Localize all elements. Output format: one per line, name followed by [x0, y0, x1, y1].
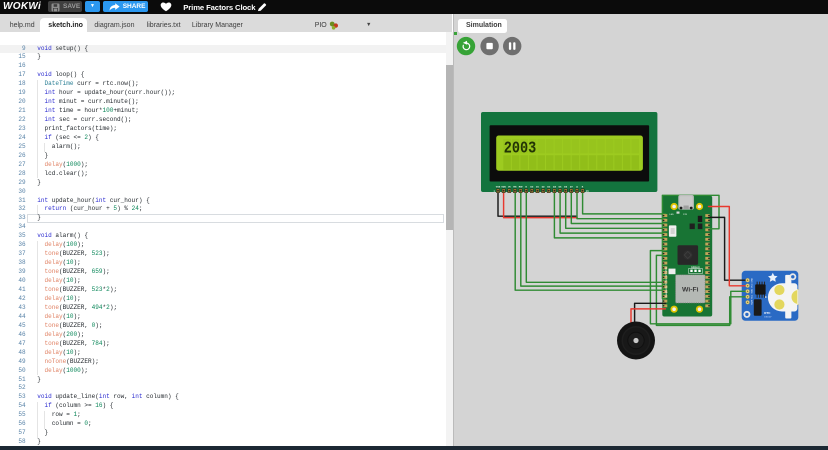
svg-text:DS1307: DS1307 — [764, 317, 772, 319]
svg-text:RTC: RTC — [764, 311, 771, 315]
svg-text:RS: RS — [513, 186, 517, 188]
svg-text:2003: 2003 — [504, 138, 537, 157]
svg-text:LED: LED — [670, 214, 675, 216]
svg-text:VCC: VCC — [752, 283, 754, 288]
svg-text:Raspberry Pi Pico W ©2022: Raspberry Pi Pico W ©2022 — [665, 266, 668, 298]
svg-text:GND: GND — [752, 277, 754, 282]
svg-text:SQW: SQW — [752, 300, 754, 305]
svg-text:Wi-Fi: Wi-Fi — [682, 287, 699, 294]
svg-text:DEBUG: DEBUG — [691, 266, 700, 269]
svg-text:VSS: VSS — [496, 186, 501, 188]
svg-text:VDD: VDD — [501, 186, 506, 188]
svg-text:SDA: SDA — [751, 289, 754, 294]
